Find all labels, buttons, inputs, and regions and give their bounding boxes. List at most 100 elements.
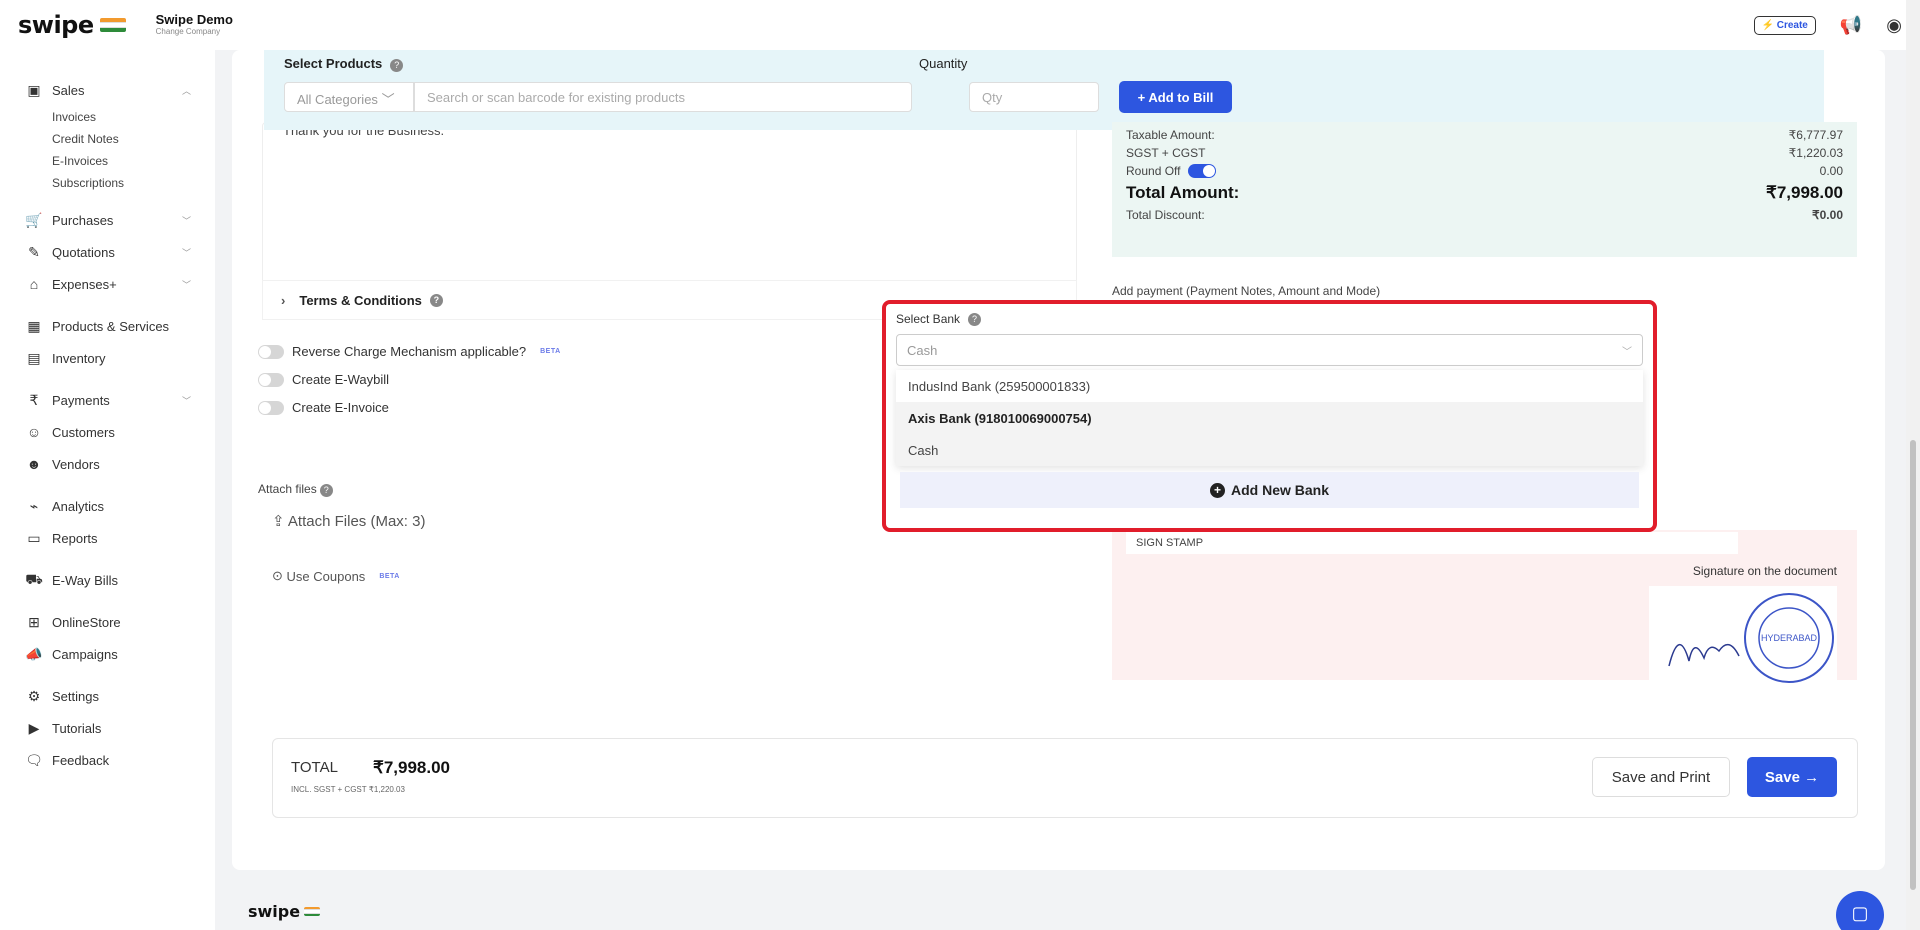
sidebar-item-label: OnlineStore <box>52 614 121 630</box>
total-amount-label: Total Amount: <box>1126 183 1240 202</box>
product-selector-bar: Select Products? Quantity All Categories… <box>264 50 1824 130</box>
bank-option-indusind[interactable]: IndusInd Bank (259500001833) <box>896 370 1643 402</box>
save-and-print-button[interactable]: Save and Print <box>1592 757 1730 797</box>
chart-icon: ⌁ <box>29 497 39 514</box>
sidebar-item-analytics[interactable]: ⌁ Analytics <box>0 490 215 522</box>
help-icon[interactable]: ? <box>968 312 982 326</box>
ewaybill-row: Create E-Waybill <box>258 372 389 387</box>
tax-note: INCL. SGST + CGST ₹1,220.03 <box>291 785 405 794</box>
attach-files-button[interactable]: ⇪ Attach Files (Max: 3) <box>272 512 425 530</box>
sidebar-item-onlinestore[interactable]: ⊞ OnlineStore <box>0 606 215 638</box>
bank-select[interactable]: Cash ﹀ <box>896 334 1643 366</box>
sidebar-item-quotations[interactable]: ✎ Quotations ﹀ <box>0 236 215 268</box>
reverse-charge-row: Reverse Charge Mechanism applicable? BET… <box>258 344 561 359</box>
sidebar: ▣ Sales ︿ Invoices Credit Notes E-Invoic… <box>0 50 215 930</box>
sidebar-item-label: Settings <box>52 688 99 704</box>
bank-dropdown-menu: IndusInd Bank (259500001833) Axis Bank (… <box>896 370 1643 466</box>
sidebar-item-purchases[interactable]: 🛒 Purchases ﹀ <box>0 204 215 236</box>
footer-logo-text: swipe <box>248 902 301 921</box>
sidebar-subitem-subscriptions[interactable]: Subscriptions <box>0 172 215 194</box>
sidebar-item-label: Products & Services <box>52 318 170 334</box>
user-icon[interactable]: ◉ <box>1886 15 1902 36</box>
sidebar-subitem-invoices[interactable]: Invoices <box>0 106 215 128</box>
save-button[interactable]: Save → <box>1747 757 1837 797</box>
top-bar: swipe Swipe Demo Change Company ⚡ Create… <box>0 0 1920 50</box>
chevron-down-icon: ﹀ <box>1622 346 1632 358</box>
swipe-logo[interactable]: swipe <box>18 11 126 39</box>
total-amount-value: ₹7,998.00 <box>1766 183 1843 202</box>
chat-icon: ▢ <box>1851 903 1869 923</box>
sidebar-item-eway-bills[interactable]: ⛟ E-Way Bills <box>0 564 215 596</box>
sidebar-item-label: Inventory <box>52 350 106 366</box>
quantity-label: Quantity <box>919 56 968 71</box>
help-icon[interactable]: ? <box>319 484 333 497</box>
sidebar-item-vendors[interactable]: ☻ Vendors <box>0 448 215 480</box>
sidebar-item-label: E-Way Bills <box>52 572 118 588</box>
chevron-down-icon: ﹀ <box>181 279 191 290</box>
sidebar-item-payments[interactable]: ₹ Payments ﹀ <box>0 384 215 416</box>
category-select[interactable]: All Categories ﹀ <box>284 82 414 112</box>
logo-text: swipe <box>18 11 94 39</box>
sidebar-item-expenses[interactable]: ⌂ Expenses+ ﹀ <box>0 268 215 300</box>
einvoice-toggle[interactable] <box>258 400 284 415</box>
sidebar-item-products[interactable]: ▦ Products & Services <box>0 310 215 342</box>
sidebar-item-settings[interactable]: ⚙ Settings <box>0 680 215 712</box>
signature-stamp-image: HYDERABAD <box>1649 586 1837 690</box>
sidebar-item-campaigns[interactable]: 📣 Campaigns <box>0 638 215 670</box>
sidebar-item-tutorials[interactable]: ▶ Tutorials <box>0 712 215 744</box>
round-off-toggle[interactable] <box>1188 164 1217 179</box>
sidebar-item-label: Purchases <box>52 212 114 228</box>
tax-value: ₹1,220.03 <box>1788 146 1843 160</box>
sidebar-item-label: Quotations <box>52 244 115 260</box>
reverse-charge-toggle[interactable] <box>258 344 284 359</box>
scrollbar-thumb[interactable] <box>1910 440 1916 890</box>
sidebar-subitem-credit-notes[interactable]: Credit Notes <box>0 128 215 150</box>
attach-label-text: Attach files <box>258 482 317 496</box>
sidebar-item-reports[interactable]: ▭ Reports <box>0 522 215 554</box>
beta-badge: BETA <box>540 348 561 355</box>
change-company-link[interactable]: Change Company <box>156 27 233 37</box>
product-search-input[interactable] <box>414 82 912 112</box>
gear-icon: ⚙ <box>27 687 41 704</box>
add-new-bank-button[interactable]: + Add New Bank <box>900 472 1639 508</box>
megaphone-icon[interactable]: 📢 <box>1840 15 1862 36</box>
sidebar-item-sales[interactable]: ▣ Sales ︿ <box>0 74 215 106</box>
company-switcher[interactable]: Swipe Demo Change Company <box>156 13 233 36</box>
sidebar-item-label: Tutorials <box>52 720 102 736</box>
bank-select-value: Cash <box>907 342 938 358</box>
help-icon[interactable]: ? <box>390 59 404 72</box>
warehouse-icon: ▤ <box>27 349 41 366</box>
create-button[interactable]: ⚡ Create <box>1753 15 1816 35</box>
sidebar-item-label: Expenses+ <box>52 276 117 292</box>
store-icon: ⊞ <box>28 613 40 630</box>
chevron-up-icon: ︿ <box>181 85 191 96</box>
ewaybill-toggle[interactable] <box>258 372 284 387</box>
company-name: Swipe Demo <box>155 12 233 28</box>
chevron-down-icon: ﹀ <box>381 92 395 107</box>
sidebar-subitem-e-invoices[interactable]: E-Invoices <box>0 150 215 172</box>
report-icon: ▭ <box>27 529 41 546</box>
chat-support-button[interactable]: ▢ <box>1836 891 1884 930</box>
add-to-bill-button[interactable]: + Add to Bill <box>1119 81 1232 113</box>
help-icon[interactable]: ? <box>429 293 443 307</box>
barcode-icon: ▦ <box>27 317 41 334</box>
sidebar-item-feedback[interactable]: 🗨 Feedback <box>0 744 215 776</box>
category-value: All Categories <box>297 92 378 107</box>
attach-button-label: Attach Files (Max: 3) <box>287 513 426 530</box>
youtube-icon: ▶ <box>28 719 40 736</box>
bank-option-cash[interactable]: Cash <box>896 434 1643 466</box>
chevron-down-icon: ﹀ <box>181 215 191 226</box>
sidebar-item-customers[interactable]: ☺ Customers <box>0 416 215 448</box>
amount-summary: Taxable Amount: ₹6,777.97 SGST + CGST ₹1,2… <box>1112 122 1857 257</box>
quantity-input[interactable] <box>969 82 1099 112</box>
check-circle-icon: ⊙ <box>272 568 283 583</box>
bank-option-axis[interactable]: Axis Bank (918010069000754) <box>896 402 1643 434</box>
page-scrollbar[interactable] <box>1906 0 1920 930</box>
add-payment-label: Add payment (Payment Notes, Amount and M… <box>1112 284 1381 298</box>
use-coupons-button[interactable]: ⊙ Use Coupons BETA <box>272 568 400 584</box>
sales-icon: ▣ <box>27 81 41 98</box>
signature-select[interactable]: SIGN STAMP <box>1126 532 1738 554</box>
chevron-down-icon: ﹀ <box>181 247 191 258</box>
sidebar-item-inventory[interactable]: ▤ Inventory <box>0 342 215 374</box>
einvoice-row: Create E-Invoice <box>258 400 389 415</box>
